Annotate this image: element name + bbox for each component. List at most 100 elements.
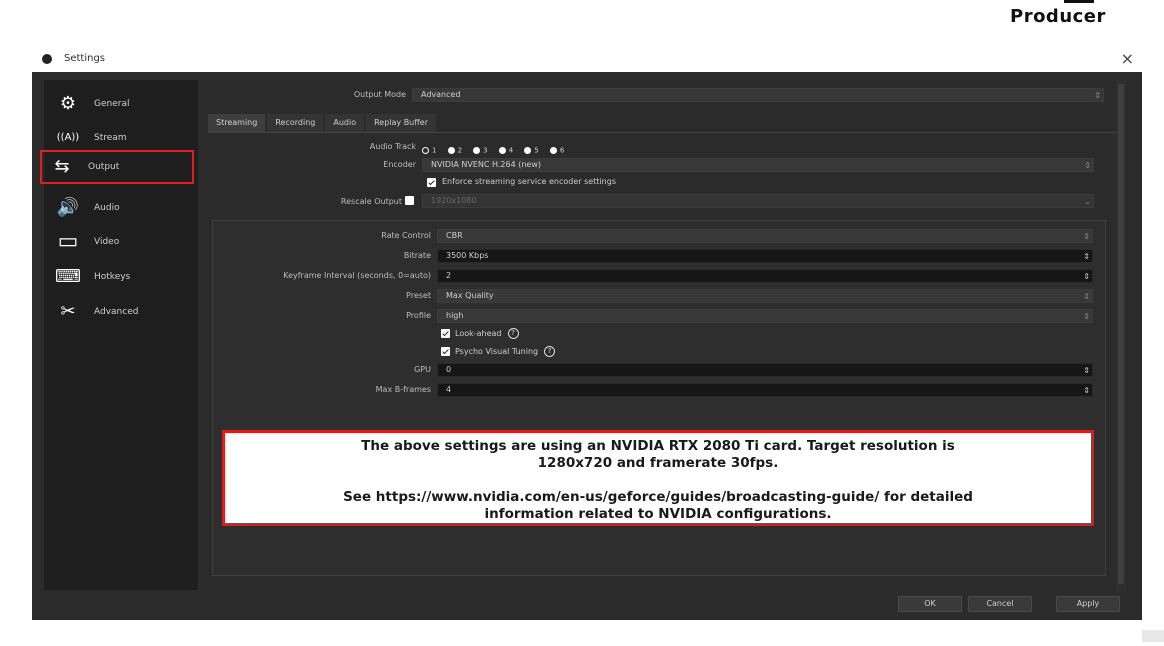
audio-track-number: 5	[534, 146, 539, 155]
audio-track-number: 2	[457, 146, 463, 155]
cancel-button[interactable]: Cancel	[968, 596, 1032, 612]
sidebar-item-hotkeys[interactable]: ⌨ Hotkeys	[48, 261, 194, 293]
profile-label: Profile	[406, 311, 431, 320]
window-titlebar: Settings ×	[32, 48, 1142, 72]
annotation-line: The above settings are using an NVIDIA R…	[361, 438, 955, 454]
chevron-updown-icon: ⇕	[1083, 312, 1090, 321]
profile-select[interactable]: high ⇕	[437, 309, 1093, 323]
look-ahead-label: Look-ahead	[455, 329, 502, 338]
gpu-label: GPU	[414, 365, 431, 374]
tab-audio[interactable]: Audio	[325, 114, 365, 132]
audio-track-radio[interactable]	[473, 147, 481, 154]
sidebar-item-label: Audio	[94, 203, 120, 213]
output-mode-label: Output Mode	[353, 90, 406, 99]
chevron-updown-icon: ⇕	[1083, 232, 1090, 241]
enforce-settings-label: Enforce streaming service encoder settin…	[442, 177, 616, 186]
output-tabs: Streaming Recording Audio Replay Buffer	[208, 114, 438, 133]
bitrate-label: Bitrate	[403, 251, 431, 260]
audio-track-radio[interactable]	[422, 147, 429, 154]
psycho-visual-tuning-row: Psycho Visual Tuning?	[455, 346, 556, 357]
audio-track-number: 1	[432, 146, 437, 155]
sidebar-item-advanced[interactable]: ✂ Advanced	[48, 296, 194, 328]
sidebar-item-general[interactable]: ⚙ General	[48, 88, 194, 120]
encoder-select[interactable]: NVIDIA NVENC H.264 (new) ⇕	[422, 158, 1094, 172]
output-settings-panel: Output Mode Advanced ⇕ Streaming Recordi…	[202, 72, 1120, 620]
speaker-icon: 🔊	[56, 197, 80, 218]
audio-track-number: 3	[483, 146, 488, 155]
gpu-spinbox[interactable]: 0 ⇕	[437, 363, 1093, 377]
spin-arrows-icon[interactable]: ⇕	[1083, 251, 1090, 263]
profile-value: high	[446, 311, 464, 320]
help-icon[interactable]: ?	[544, 346, 556, 357]
tab-divider	[208, 132, 1118, 133]
ok-button[interactable]: OK	[898, 596, 962, 612]
apply-button[interactable]: Apply	[1056, 596, 1120, 612]
look-ahead-row: Look-ahead?	[455, 328, 519, 339]
preset-value: Max Quality	[446, 291, 494, 300]
psycho-visual-tuning-label: Psycho Visual Tuning	[455, 347, 539, 356]
preset-select[interactable]: Max Quality ⇕	[437, 289, 1093, 303]
chevron-down-icon: ⌄	[1084, 197, 1091, 206]
max-b-frames-value: 4	[446, 385, 452, 394]
spin-arrows-icon[interactable]: ⇕	[1083, 271, 1090, 283]
rescale-output-checkbox[interactable]	[405, 196, 414, 205]
audio-track-radio[interactable]	[498, 147, 506, 154]
settings-sidebar: ⚙ General ((A)) Stream ⇆ Output 🔊 Audio …	[40, 80, 198, 590]
annotation-line: See https://www.nvidia.com/en-us/geforce…	[343, 489, 973, 505]
sidebar-item-label: Video	[94, 237, 120, 247]
annotation-line: 1280x720 and framerate 30fps.	[537, 455, 779, 471]
sidebar-item-label: Output	[88, 162, 120, 172]
window-title: Settings	[64, 53, 106, 64]
chevron-updown-icon: ⇕	[1094, 91, 1101, 100]
sidebar-item-label: Stream	[94, 133, 127, 143]
rescale-output-value: 1920x1080	[431, 196, 477, 205]
bitrate-value: 3500 Kbps	[446, 251, 489, 260]
keyframe-interval-spinbox[interactable]: 2 ⇕	[437, 269, 1093, 283]
encoder-label: Encoder	[383, 160, 416, 169]
sidebar-item-label: Hotkeys	[94, 272, 131, 282]
close-icon[interactable]: ×	[1121, 49, 1134, 68]
keyframe-interval-label: Keyframe Interval (seconds, 0=auto)	[283, 271, 431, 280]
preset-label: Preset	[406, 291, 431, 300]
scrollbar-thumb[interactable]	[1118, 84, 1124, 584]
chevron-updown-icon: ⇕	[1084, 161, 1091, 170]
audio-track-label: Audio Track	[369, 142, 416, 151]
spin-arrows-icon[interactable]: ⇕	[1083, 365, 1090, 377]
brand-bar	[1064, 0, 1094, 3]
tab-replay-buffer[interactable]: Replay Buffer	[366, 114, 436, 132]
max-b-frames-spinbox[interactable]: 4 ⇕	[437, 383, 1093, 397]
rate-control-select[interactable]: CBR ⇕	[437, 229, 1093, 243]
help-icon[interactable]: ?	[507, 328, 519, 339]
chevron-updown-icon: ⇕	[1083, 292, 1090, 301]
spin-arrows-icon[interactable]: ⇕	[1083, 385, 1090, 397]
bitrate-spinbox[interactable]: 3500 Kbps ⇕	[437, 249, 1093, 263]
brand-logo-text: Producer	[1010, 6, 1106, 27]
output-mode-select[interactable]: Advanced ⇕	[412, 88, 1104, 102]
rescale-output-select[interactable]: 1920x1080 ⌄	[422, 194, 1094, 208]
monitor-icon: ▭	[57, 229, 79, 254]
audio-track-radio[interactable]	[549, 147, 557, 154]
annotation-line: information related to NVIDIA configurat…	[484, 506, 832, 522]
app-icon	[42, 54, 52, 64]
rate-control-value: CBR	[446, 231, 463, 240]
tab-streaming[interactable]: Streaming	[208, 114, 266, 133]
sidebar-item-video[interactable]: ▭ Video	[48, 226, 194, 258]
vertical-scrollbar[interactable]	[1116, 80, 1126, 592]
output-icon: ⇆	[54, 156, 70, 177]
sidebar-item-audio[interactable]: 🔊 Audio	[48, 192, 194, 224]
enforce-settings-checkbox[interactable]	[427, 178, 436, 187]
settings-window: ⚙ General ((A)) Stream ⇆ Output 🔊 Audio …	[32, 72, 1142, 620]
tools-icon: ✂	[60, 301, 76, 322]
look-ahead-checkbox[interactable]	[441, 329, 450, 338]
sidebar-item-output[interactable]: ⇆ Output	[40, 150, 194, 184]
psycho-visual-tuning-checkbox[interactable]	[441, 347, 450, 356]
keyframe-interval-value: 2	[446, 271, 452, 280]
output-mode-value: Advanced	[421, 90, 461, 99]
rate-control-label: Rate Control	[381, 231, 431, 240]
tab-recording[interactable]: Recording	[267, 114, 324, 132]
annotation-spacer	[225, 472, 1091, 489]
audio-track-radios: 1 2 3 4 5 6	[416, 140, 564, 159]
audio-track-number: 4	[508, 146, 514, 155]
audio-track-radio[interactable]	[524, 147, 532, 154]
audio-track-radio[interactable]	[447, 147, 455, 154]
